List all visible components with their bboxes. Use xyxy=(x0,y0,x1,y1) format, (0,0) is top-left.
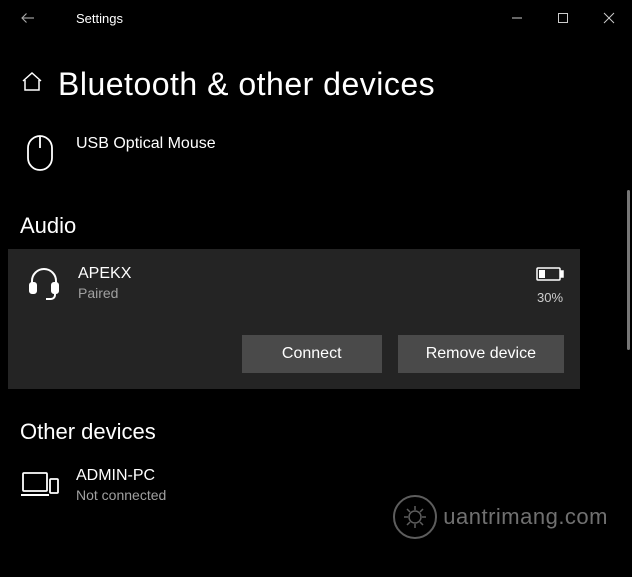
page-header: Bluetooth & other devices xyxy=(0,36,632,123)
close-button[interactable] xyxy=(586,0,632,36)
other-device-name: ADMIN-PC xyxy=(76,467,166,485)
window-title: Settings xyxy=(76,11,123,26)
mouse-icon xyxy=(20,133,60,173)
scrollbar[interactable] xyxy=(627,190,630,350)
device-row-mouse[interactable]: USB Optical Mouse xyxy=(8,123,624,183)
page-title: Bluetooth & other devices xyxy=(58,66,435,103)
titlebar: Settings xyxy=(0,0,632,36)
device-name: USB Optical Mouse xyxy=(76,135,216,153)
battery-icon xyxy=(536,267,564,286)
audio-device-card[interactable]: APEKX Paired 30% Connect Remove device xyxy=(8,249,580,389)
battery-percent: 30% xyxy=(537,290,563,305)
maximize-button[interactable] xyxy=(540,0,586,36)
audio-device-name: APEKX xyxy=(78,265,131,283)
remove-device-button[interactable]: Remove device xyxy=(398,335,564,373)
section-title-other: Other devices xyxy=(8,389,624,455)
minimize-button[interactable] xyxy=(494,0,540,36)
section-title-audio: Audio xyxy=(8,183,624,249)
headset-icon xyxy=(24,263,64,303)
battery-indicator: 30% xyxy=(536,263,564,305)
caption-controls xyxy=(494,0,632,36)
connect-button[interactable]: Connect xyxy=(242,335,382,373)
computer-icon xyxy=(20,465,60,505)
home-icon[interactable] xyxy=(20,70,44,99)
watermark-text: uantrimang.com xyxy=(443,504,608,530)
back-button[interactable] xyxy=(8,0,48,36)
watermark-logo-icon xyxy=(393,495,437,539)
other-device-status: Not connected xyxy=(76,487,166,503)
watermark: uantrimang.com xyxy=(393,495,608,539)
audio-device-status: Paired xyxy=(78,285,131,301)
